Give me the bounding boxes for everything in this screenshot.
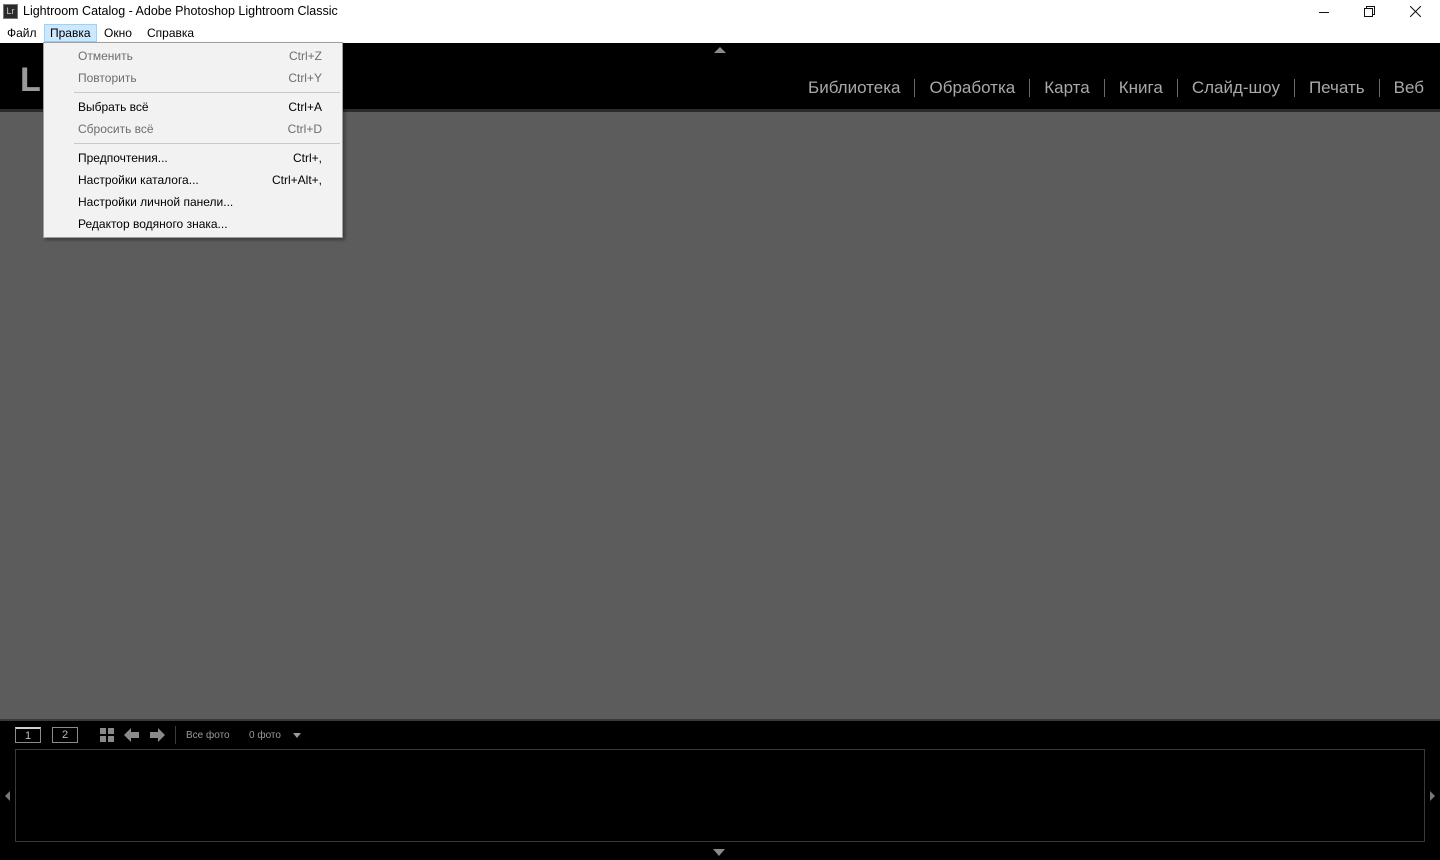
- menu-item-label: Выбрать всё: [78, 100, 149, 114]
- module-map[interactable]: Карта: [1030, 78, 1104, 98]
- module-slideshow[interactable]: Слайд-шоу: [1178, 78, 1294, 98]
- edit-menu-dropdown: Отменить Ctrl+Z Повторить Ctrl+Y Выбрать…: [43, 42, 343, 238]
- menu-item-redo[interactable]: Повторить Ctrl+Y: [44, 67, 342, 89]
- right-panel-toggle-icon[interactable]: [1430, 791, 1435, 801]
- module-develop[interactable]: Обработка: [915, 78, 1029, 98]
- filmstrip-divider: [0, 719, 1440, 721]
- menu-item-select-all[interactable]: Выбрать всё Ctrl+A: [44, 96, 342, 118]
- module-print[interactable]: Печать: [1295, 78, 1379, 98]
- top-panel-toggle-icon[interactable]: [714, 47, 726, 53]
- minimize-icon: [1319, 11, 1329, 13]
- menu-window[interactable]: Окно: [99, 24, 137, 42]
- module-picker: Библиотека Обработка Карта Книга Слайд-ш…: [794, 78, 1424, 98]
- restore-icon: [1363, 6, 1375, 17]
- menu-item-shortcut: Ctrl+Y: [288, 71, 322, 85]
- menu-item-shortcut: Ctrl+Z: [289, 49, 322, 63]
- menu-item-shortcut: Ctrl+D: [287, 122, 322, 136]
- forward-arrow-icon[interactable]: [149, 728, 165, 742]
- menu-item-select-none[interactable]: Сбросить всё Ctrl+D: [44, 118, 342, 140]
- menu-item-label: Редактор водяного знака...: [78, 217, 228, 231]
- filmstrip-panel: 1 2 Все фото 0 фото: [0, 719, 1440, 860]
- menu-item-watermark-editor[interactable]: Редактор водяного знака...: [44, 213, 342, 235]
- module-web[interactable]: Веб: [1380, 78, 1424, 98]
- filmstrip-separator: [175, 726, 176, 744]
- filmstrip-thumbnails-area[interactable]: [15, 749, 1425, 842]
- secondary-display-button[interactable]: 2: [52, 727, 78, 743]
- left-panel-toggle-icon[interactable]: [5, 791, 10, 801]
- lightroom-app-icon: Lr: [3, 4, 18, 19]
- menu-item-label: Повторить: [78, 71, 137, 85]
- menu-edit[interactable]: Правка: [44, 24, 97, 42]
- menu-item-catalog-settings[interactable]: Настройки каталога... Ctrl+Alt+,: [44, 169, 342, 191]
- primary-display-button[interactable]: 1: [15, 727, 41, 743]
- minimize-button[interactable]: [1301, 0, 1347, 23]
- menu-bar: Файл Правка Окно Справка: [0, 23, 1440, 43]
- menu-separator: [74, 143, 340, 144]
- title-bar: Lr Lightroom Catalog - Adobe Photoshop L…: [0, 0, 1440, 23]
- source-dropdown-icon[interactable]: [293, 733, 301, 738]
- grid-view-icon[interactable]: [100, 728, 115, 743]
- filmstrip-toggle-icon[interactable]: [713, 849, 725, 856]
- menu-separator: [74, 92, 340, 93]
- module-book[interactable]: Книга: [1105, 78, 1177, 98]
- menu-item-label: Настройки личной панели...: [78, 195, 234, 209]
- menu-item-preferences[interactable]: Предпочтения... Ctrl+,: [44, 147, 342, 169]
- menu-item-shortcut: Ctrl+Alt+,: [271, 173, 322, 187]
- restore-button[interactable]: [1346, 0, 1392, 23]
- menu-item-undo[interactable]: Отменить Ctrl+Z: [44, 45, 342, 67]
- menu-file[interactable]: Файл: [2, 24, 42, 42]
- menu-item-label: Отменить: [78, 49, 133, 63]
- back-arrow-icon[interactable]: [124, 728, 140, 742]
- menu-item-shortcut: Ctrl+A: [288, 100, 322, 114]
- menu-item-identity-plate-setup[interactable]: Настройки личной панели...: [44, 191, 342, 213]
- close-icon: [1409, 6, 1421, 17]
- menu-item-shortcut: Ctrl+,: [292, 151, 322, 165]
- menu-item-label: Настройки каталога...: [78, 173, 199, 187]
- photo-count-label[interactable]: 0 фото: [249, 730, 281, 741]
- menu-item-label: Предпочтения...: [78, 151, 168, 165]
- menu-help[interactable]: Справка: [142, 24, 199, 42]
- module-library[interactable]: Библиотека: [794, 78, 914, 98]
- close-button[interactable]: [1392, 0, 1438, 23]
- menu-item-label: Сбросить всё: [78, 122, 154, 136]
- source-label[interactable]: Все фото: [186, 730, 230, 741]
- window-title: Lightroom Catalog - Adobe Photoshop Ligh…: [23, 4, 338, 18]
